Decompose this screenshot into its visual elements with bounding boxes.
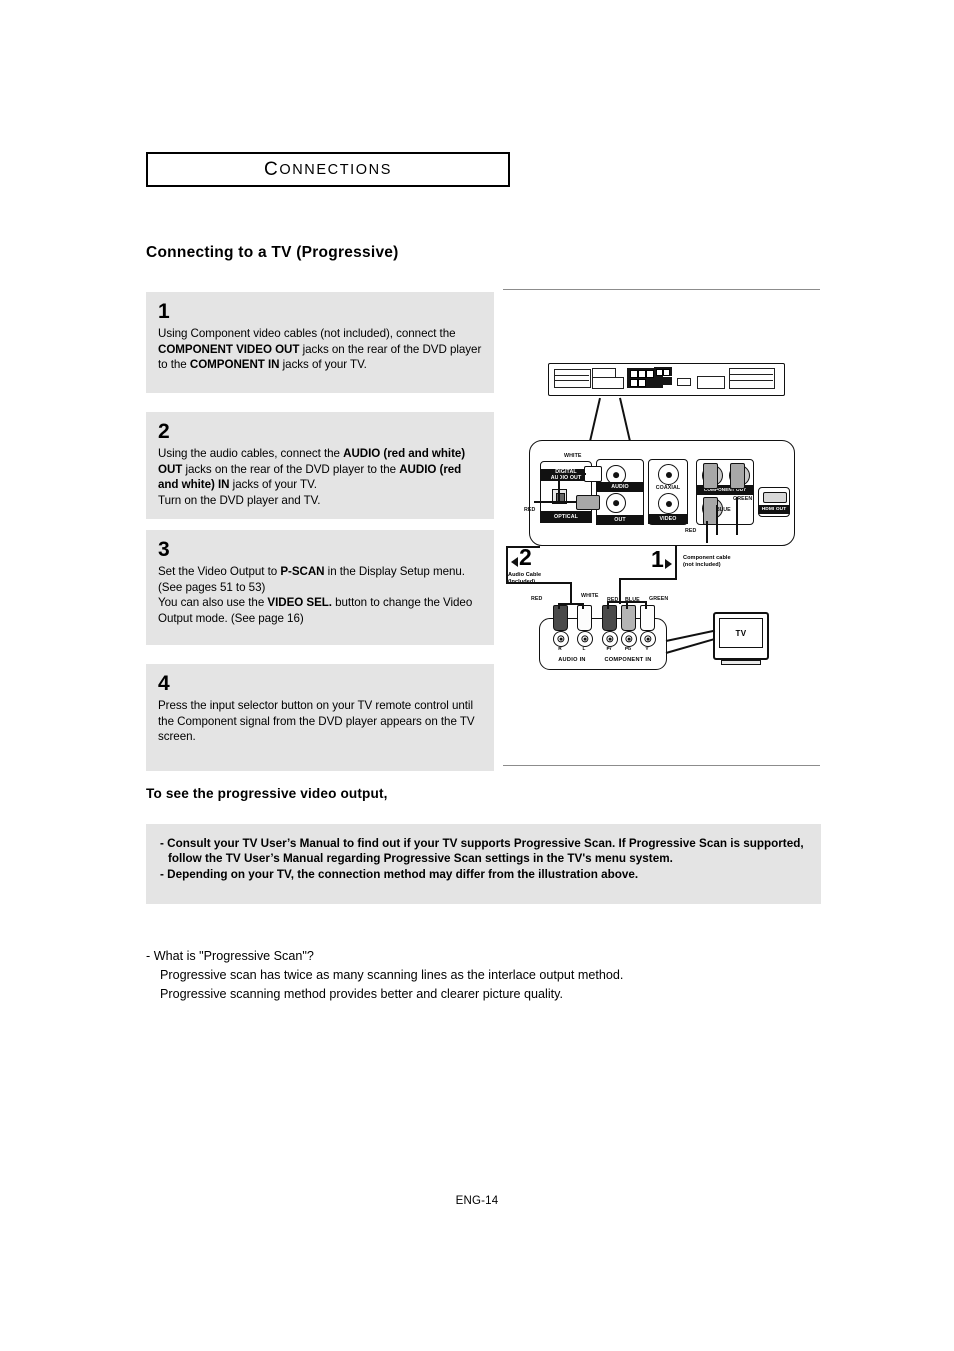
callout-number-2: 2 [519,544,532,570]
optical-label: OPTICAL [554,514,578,520]
callout-2-arrow-icon [511,557,518,567]
green-component-plug [730,463,745,489]
component-in-label: COMPONENT IN [604,657,652,663]
step-number: 3 [158,538,170,561]
progressive-note-1: - Consult your TV User’s Manual to find … [160,837,804,866]
tv-component-y-label: Y [645,647,649,652]
tv-white-label: WHITE [581,593,599,599]
red-audio-plug [576,495,600,510]
tv-audio-l-jack [577,631,593,647]
chapter-title-rest: ONNECTIONS [279,161,392,178]
step-body: Press the input selector button on your … [158,699,475,744]
tv-audio-l-label: L [582,647,586,652]
video-label: VIDEO [659,516,677,522]
tv-component-pb-label: Pb [624,647,632,652]
tv-stand [721,660,761,665]
callout-line-right [619,397,631,442]
step-number: 4 [158,672,170,695]
diagram-divider-top [503,289,820,290]
progressive-scan-line-2: Progressive scanning method provides bet… [160,987,563,1001]
tv-screen-label: TV [719,618,763,648]
coaxial-label: COAXIAL [655,485,681,491]
diagram-divider-bottom [503,765,820,766]
tv-component-pb-jack [621,631,637,647]
tv-audio-white-connector [577,605,592,631]
callout-number-1: 1 [651,546,664,572]
progressive-scan-info: - What is "Progressive Scan"? Progressiv… [146,947,846,1004]
page-footer: ENG-14 [455,1195,499,1207]
step-number: 2 [158,420,170,443]
progressive-scan-line-1: Progressive scan has twice as many scann… [160,968,624,982]
audio-label: AUDIO [611,484,629,490]
tv-component-y-jack [640,631,656,647]
blue-cable-label: BLUE [716,507,731,513]
manual-page: C ONNECTIONS Connecting to a TV (Progress… [0,0,954,1351]
audio-cable-caption: Audio Cable (Included) [508,572,542,585]
section-heading: Connecting to a TV (Progressive) [146,244,399,261]
white-cable-label: WHITE [564,453,582,459]
audio-in-label: AUDIO IN [558,657,586,663]
chapter-header-box: C ONNECTIONS [146,152,510,187]
step-number: 1 [158,300,170,323]
tv-component-red-connector [602,605,617,631]
tv-audio-red-connector [553,605,568,631]
out-label: OUT [614,517,626,523]
tv-audio-r-jack [553,631,569,647]
progressive-note-2: - Depending on your TV, the connection m… [160,867,639,881]
progressive-subheading: To see the progressive video output, [146,786,388,801]
progressive-note-box: - Consult your TV User’s Manual to find … [146,824,821,904]
coaxial-jack [658,464,679,485]
callout-line-left [589,397,601,442]
tv-component-pr-label: Pr [606,647,612,652]
chapter-title-initial: C [264,158,280,180]
dvd-player-rear-illustration [548,363,785,396]
step-block-2: 2 Using the audio cables, connect the AU… [146,412,494,519]
tv-comp-green-label: GREEN [649,596,669,602]
component-cable-caption: Component cable (not included) [683,555,731,569]
connection-diagram: DIGITAL AUDIO OUT OPTICAL AUDIO OUT COAX… [503,300,823,750]
white-audio-plug [584,466,602,482]
hdmi-port [763,492,787,503]
step-body: Using the audio cables, connect the AUDI… [158,447,466,507]
step-block-4: 4 Press the input selector button on you… [146,664,494,771]
video-jack [658,493,679,514]
red-component-cable-label: RED [685,528,697,534]
tv-red-label: RED [531,596,543,602]
dvd-rear-panel-closeup: DIGITAL AUDIO OUT OPTICAL AUDIO OUT COAX… [524,440,795,546]
hdmi-out-label: HDMI OUT [761,507,787,512]
tv-component-green-connector [640,605,655,631]
tv-component-pr-jack [602,631,618,647]
step-body: Using Component video cables (not includ… [158,327,482,372]
digital-audio-out-label: DIGITAL AUDIO OUT [551,469,582,481]
step-block-1: 1 Using Component video cables (not incl… [146,292,494,393]
tv-component-blue-connector [621,605,636,631]
progressive-scan-question: - What is "Progressive Scan"? [146,949,314,963]
tv-audio-r-label: R [558,647,562,652]
audio-out-left-jack [606,493,626,513]
chapter-title: C ONNECTIONS [148,154,508,185]
red-audio-cable-label: RED [524,507,536,513]
blue-component-plug [703,463,718,489]
step-block-3: 3 Set the Video Output to P-SCAN in the … [146,530,494,645]
step-body: Set the Video Output to P-SCAN in the Di… [158,565,473,625]
callout-1-arrow-icon [665,559,672,569]
